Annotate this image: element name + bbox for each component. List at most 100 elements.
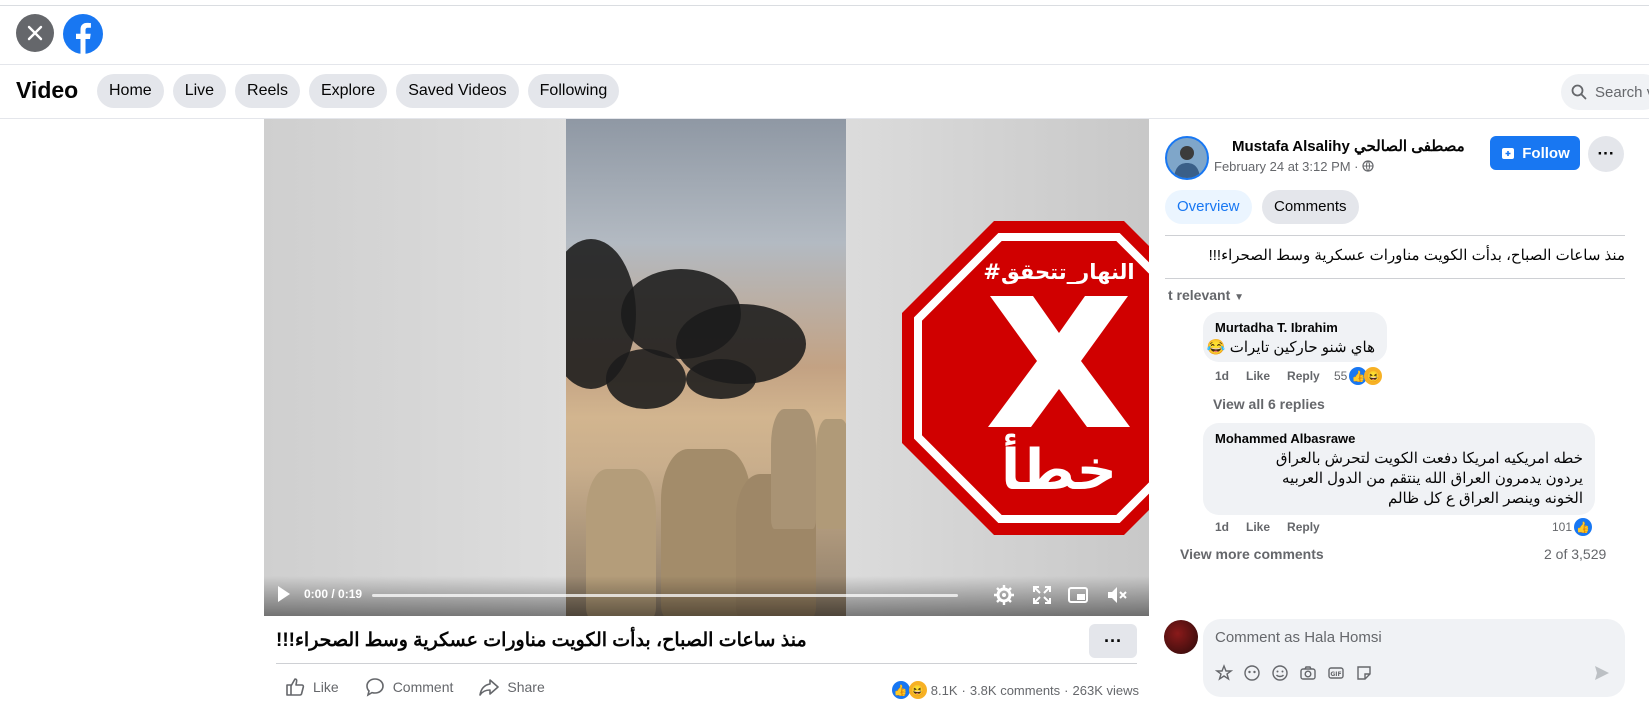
author-avatar[interactable] bbox=[1165, 136, 1209, 180]
stats-separator: · bbox=[1064, 682, 1069, 698]
comments-count[interactable]: 3.8K comments bbox=[970, 683, 1060, 698]
smoke-plume bbox=[686, 359, 756, 399]
view-more-comments-link[interactable]: View more comments bbox=[1180, 546, 1324, 562]
camera-icon[interactable] bbox=[1299, 664, 1317, 682]
comment-bubble: Mohammed Albasrawe خطه امريكيه امريكا دف… bbox=[1203, 423, 1595, 515]
video-stats: 👍 😆 8.1K · 3.8K comments · 263K views bbox=[891, 681, 1139, 699]
tab-saved-videos[interactable]: Saved Videos bbox=[396, 74, 519, 108]
send-icon[interactable] bbox=[1593, 664, 1611, 682]
like-label: Like bbox=[313, 679, 339, 695]
like-button[interactable]: Like bbox=[285, 677, 339, 697]
tab-explore[interactable]: Explore bbox=[308, 74, 388, 108]
comment-text: خطه امريكيه امريكا دفعت الكويت لتحرش بال… bbox=[1275, 450, 1583, 507]
fullscreen-icon[interactable] bbox=[1031, 584, 1053, 606]
play-icon[interactable] bbox=[278, 586, 290, 602]
follow-icon bbox=[1502, 148, 1515, 159]
fact-check-badge: #النهار_تتحقق خطأ bbox=[902, 221, 1149, 535]
globe-icon bbox=[1362, 160, 1374, 172]
comment-reactions[interactable]: 55 👍 😆 bbox=[1334, 367, 1383, 385]
comment-reaction-count: 55 bbox=[1334, 369, 1348, 383]
share-label: Share bbox=[507, 679, 545, 695]
comment-like[interactable]: Like bbox=[1246, 369, 1270, 383]
tab-reels[interactable]: Reels bbox=[235, 74, 300, 108]
comment-composer[interactable]: Comment as Hala Homsi GIF bbox=[1203, 619, 1625, 697]
comment-reply[interactable]: Reply bbox=[1287, 520, 1320, 534]
search-icon bbox=[1571, 84, 1587, 100]
tab-overview[interactable]: Overview bbox=[1165, 190, 1252, 224]
miniplayer-icon[interactable] bbox=[1067, 584, 1089, 606]
comment-sort[interactable]: t relevant ▼ bbox=[1168, 287, 1244, 303]
facebook-logo-icon[interactable] bbox=[63, 14, 103, 54]
comment-author[interactable]: Mohammed Albasrawe bbox=[1215, 431, 1355, 446]
tab-comments[interactable]: Comments bbox=[1262, 190, 1359, 224]
comment-reply[interactable]: Reply bbox=[1287, 369, 1320, 383]
current-user-avatar[interactable] bbox=[1164, 620, 1198, 654]
comment-author[interactable]: Murtadha T. Ibrahim bbox=[1215, 320, 1338, 335]
post-more-button[interactable]: ··· bbox=[1588, 136, 1624, 172]
avatar-icon[interactable] bbox=[1243, 664, 1261, 682]
follow-button[interactable]: Follow bbox=[1490, 136, 1580, 170]
comment-like[interactable]: Like bbox=[1246, 520, 1270, 534]
chevron-down-icon: ▼ bbox=[1234, 292, 1245, 303]
video-caption: منذ ساعات الصباح، بدأت الكويت مناورات عس… bbox=[276, 630, 807, 651]
stats-separator: · bbox=[961, 682, 966, 698]
post-date-text[interactable]: February 24 at 3:12 PM · bbox=[1214, 159, 1359, 174]
haha-reaction-icon: 😆 bbox=[1364, 367, 1383, 385]
page-title: Video bbox=[16, 77, 79, 103]
close-icon bbox=[27, 25, 43, 41]
tab-home[interactable]: Home bbox=[97, 74, 164, 108]
avatar-sticker-icon[interactable] bbox=[1215, 664, 1233, 682]
comment-label: Comment bbox=[392, 679, 454, 695]
tab-following[interactable]: Following bbox=[527, 74, 620, 108]
close-button[interactable] bbox=[16, 14, 54, 52]
share-icon bbox=[479, 679, 500, 696]
comment-meta: 1d Like Reply bbox=[1215, 369, 1320, 383]
panel-divider bbox=[1165, 235, 1625, 236]
follow-label: Follow bbox=[1522, 144, 1570, 162]
views-count: 263K views bbox=[1072, 682, 1139, 698]
comment-text: هاي شنو حاركين تايرات 😂 bbox=[1206, 339, 1375, 356]
comment-meta: 1d Like Reply bbox=[1215, 520, 1320, 534]
comment-button[interactable]: Comment bbox=[365, 677, 454, 697]
reaction-count[interactable]: 8.1K bbox=[931, 683, 958, 698]
post-text: منذ ساعات الصباح، بدأت الكويت مناورات عس… bbox=[1208, 247, 1625, 264]
comment-age[interactable]: 1d bbox=[1215, 520, 1229, 534]
video-player[interactable]: #النهار_تتحقق خطأ 0:00 / 0:19 bbox=[264, 119, 1149, 616]
search-input[interactable]: Search v bbox=[1561, 74, 1649, 110]
tab-live[interactable]: Live bbox=[172, 74, 227, 108]
gif-icon[interactable]: GIF bbox=[1327, 664, 1345, 682]
comment-age[interactable]: 1d bbox=[1215, 369, 1229, 383]
composer-tools: GIF bbox=[1215, 664, 1373, 682]
badge-verdict: خطأ bbox=[1001, 433, 1117, 503]
smoke-plume bbox=[606, 349, 686, 409]
comment-reactions[interactable]: 101 👍 bbox=[1552, 518, 1593, 536]
sticker-icon[interactable] bbox=[1355, 664, 1373, 682]
player-controls: 0:00 / 0:19 bbox=[264, 576, 1149, 616]
video-frame bbox=[566, 119, 846, 616]
haha-reaction-icon: 😆 bbox=[908, 681, 927, 699]
comment-page-count: 2 of 3,529 bbox=[1544, 546, 1607, 562]
share-button[interactable]: Share bbox=[479, 677, 545, 697]
thumbs-up-icon bbox=[286, 678, 305, 696]
svg-text:GIF: GIF bbox=[1330, 671, 1341, 678]
gear-icon[interactable] bbox=[993, 584, 1015, 606]
caption-divider bbox=[276, 663, 1137, 664]
person-photo bbox=[1174, 146, 1200, 178]
soldier-figure bbox=[771, 409, 816, 529]
comment-input[interactable]: Comment as Hala Homsi bbox=[1215, 629, 1382, 646]
emoji-icon[interactable] bbox=[1271, 664, 1289, 682]
progress-bar[interactable] bbox=[372, 594, 958, 597]
video-actions: Like Comment Share bbox=[285, 677, 545, 697]
panel-divider bbox=[1165, 278, 1625, 279]
comment-icon bbox=[365, 678, 384, 697]
author-name[interactable]: Mustafa Alsalihy مصطفى الصالحي bbox=[1232, 137, 1465, 155]
soldier-figure bbox=[816, 419, 846, 529]
mute-icon[interactable] bbox=[1106, 584, 1128, 606]
search-placeholder: Search v bbox=[1595, 83, 1649, 101]
video-more-button[interactable]: ··· bbox=[1089, 624, 1137, 658]
comment-bubble: Murtadha T. Ibrahim هاي شنو حاركين تايرا… bbox=[1203, 312, 1387, 362]
view-replies-link[interactable]: View all 6 replies bbox=[1213, 396, 1325, 412]
like-reaction-icon: 👍 bbox=[891, 681, 910, 699]
badge-hashtag: #النهار_تتحقق bbox=[983, 260, 1134, 284]
header-divider bbox=[0, 64, 1649, 65]
